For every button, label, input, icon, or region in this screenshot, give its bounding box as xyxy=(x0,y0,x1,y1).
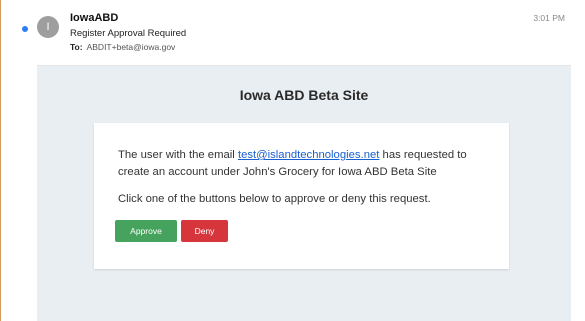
deny-button[interactable]: Deny xyxy=(181,220,228,242)
received-time: 3:01 PM xyxy=(533,13,565,23)
recipient-line: To: ABDIT+beta@iowa.gov xyxy=(70,42,175,52)
to-label: To: xyxy=(70,42,83,52)
email-viewer: I IowaABD Register Approval Required To:… xyxy=(0,0,585,321)
approve-button[interactable]: Approve xyxy=(115,220,177,242)
requester-email-link[interactable]: test@islandtechnologies.net xyxy=(238,149,379,161)
sender-name: IowaABD xyxy=(70,12,119,24)
site-title: Iowa ABD Beta Site xyxy=(239,87,369,103)
email-body: Iowa ABD Beta Site The user with the ema… xyxy=(37,66,571,321)
message-card: The user with the email test@islandtechn… xyxy=(94,123,509,269)
request-message: The user with the email test@islandtechn… xyxy=(118,147,498,180)
email-header: I IowaABD Register Approval Required To:… xyxy=(1,0,585,64)
message-prefix: The user with the email xyxy=(118,149,238,161)
unread-indicator xyxy=(22,26,28,32)
recipient-address: ABDIT+beta@iowa.gov xyxy=(86,42,176,52)
email-subject: Register Approval Required xyxy=(70,28,187,39)
avatar: I xyxy=(37,16,59,38)
instruction-text: Click one of the buttons below to approv… xyxy=(118,193,431,205)
